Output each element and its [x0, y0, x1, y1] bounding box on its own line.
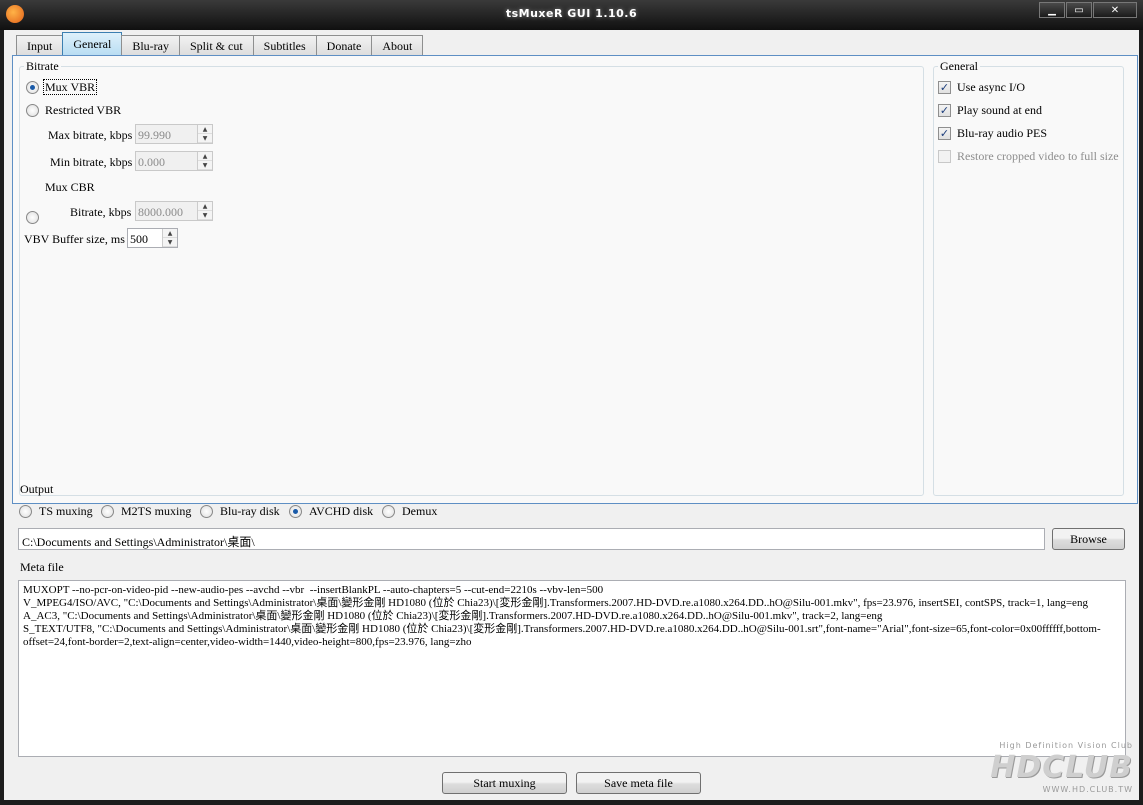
- general-tab-panel: Bitrate Mux VBR Restricted VBR Max bitra…: [12, 55, 1138, 504]
- max-bitrate-spinner[interactable]: 99.990 ▲ ▼: [135, 124, 213, 144]
- cbr-bitrate-value: 8000.000: [138, 205, 183, 219]
- browse-button[interactable]: Browse: [1052, 528, 1125, 550]
- meta-file-legend: Meta file: [20, 560, 64, 574]
- vbv-buffer-spinner[interactable]: 500 ▲ ▼: [127, 228, 178, 248]
- ts-muxing-radio[interactable]: [19, 505, 32, 518]
- avchd-disk-radio[interactable]: [289, 505, 302, 518]
- cbr-bitrate-spinner[interactable]: 8000.000 ▲ ▼: [135, 201, 213, 221]
- play-sound-checkbox[interactable]: ✓: [938, 104, 951, 117]
- window-title: tsMuxeR GUI 1.10.6: [505, 7, 638, 20]
- tab-blu-ray[interactable]: Blu-ray: [121, 35, 180, 56]
- output-path-value: C:\Documents and Settings\Administrator\…: [22, 535, 255, 549]
- minimize-button[interactable]: ▁: [1039, 2, 1065, 18]
- restricted-vbr-label[interactable]: Restricted VBR: [45, 103, 121, 118]
- meta-file-textarea[interactable]: MUXOPT --no-pcr-on-video-pid --new-audio…: [18, 580, 1126, 757]
- start-muxing-button[interactable]: Start muxing: [442, 772, 567, 794]
- demux-radio[interactable]: [382, 505, 395, 518]
- general-group: General: [933, 59, 1124, 496]
- general-legend: General: [940, 59, 978, 73]
- m2ts-muxing-label[interactable]: M2TS muxing: [121, 504, 191, 519]
- bitrate-legend: Bitrate: [26, 59, 59, 73]
- tab-about[interactable]: About: [371, 35, 424, 56]
- bluray-disk-radio[interactable]: [200, 505, 213, 518]
- cbr-bitrate-label: Bitrate, kbps: [70, 205, 132, 219]
- spin-down-icon[interactable]: ▼: [198, 134, 212, 143]
- mux-vbr-label[interactable]: Mux VBR: [42, 79, 98, 95]
- ts-muxing-label[interactable]: TS muxing: [39, 504, 93, 519]
- spin-up-icon[interactable]: ▲: [198, 202, 212, 211]
- async-io-checkbox[interactable]: ✓: [938, 81, 951, 94]
- spin-down-icon[interactable]: ▼: [198, 161, 212, 170]
- save-meta-file-button[interactable]: Save meta file: [576, 772, 701, 794]
- spin-up-icon[interactable]: ▲: [198, 125, 212, 134]
- app-window: tsMuxeR GUI 1.10.6 ▁ ▭ ✕ Input General B…: [0, 0, 1143, 805]
- spin-up-icon[interactable]: ▲: [163, 229, 177, 238]
- mux-vbr-radio[interactable]: [26, 81, 39, 94]
- watermark-tagline: High Definition Vision Club: [999, 741, 1133, 750]
- tab-donate[interactable]: Donate: [315, 35, 373, 56]
- m2ts-muxing-radio[interactable]: [101, 505, 114, 518]
- output-path-input[interactable]: C:\Documents and Settings\Administrator\…: [18, 528, 1045, 550]
- restore-cropped-label[interactable]: Restore cropped video to full size: [957, 149, 1119, 164]
- vbv-buffer-label: VBV Buffer size, ms: [24, 232, 125, 246]
- demux-label[interactable]: Demux: [402, 504, 437, 519]
- hdclub-watermark: High Definition Vision Club HDCLUB WWW.H…: [990, 741, 1133, 794]
- close-button[interactable]: ✕: [1093, 2, 1137, 18]
- restricted-vbr-radio[interactable]: [26, 104, 39, 117]
- vbv-buffer-value: 500: [130, 232, 148, 246]
- spin-down-icon[interactable]: ▼: [198, 211, 212, 220]
- min-bitrate-spinner[interactable]: 0.000 ▲ ▼: [135, 151, 213, 171]
- watermark-url: WWW.HD.CLUB.TW: [1042, 785, 1133, 794]
- min-bitrate-value: 0.000: [138, 155, 165, 169]
- title-bar[interactable]: tsMuxeR GUI 1.10.6 ▁ ▭ ✕: [0, 0, 1143, 30]
- max-bitrate-label: Max bitrate, kbps: [48, 128, 133, 142]
- maximize-button[interactable]: ▭: [1066, 2, 1092, 18]
- mux-cbr-label[interactable]: Mux CBR: [45, 180, 95, 195]
- play-sound-label[interactable]: Play sound at end: [957, 103, 1042, 118]
- bluray-disk-label[interactable]: Blu-ray disk: [220, 504, 280, 519]
- mux-cbr-radio[interactable]: [26, 211, 39, 224]
- watermark-logo: HDCLUB: [990, 750, 1133, 785]
- spin-down-icon[interactable]: ▼: [163, 238, 177, 247]
- tab-input[interactable]: Input: [16, 35, 64, 56]
- max-bitrate-value: 99.990: [138, 128, 171, 142]
- tab-general[interactable]: General: [62, 32, 123, 56]
- async-io-label[interactable]: Use async I/O: [957, 80, 1025, 95]
- min-bitrate-label: Min bitrate, kbps: [50, 155, 133, 169]
- tab-strip: Input General Blu-ray Split & cut Subtit…: [16, 32, 424, 56]
- spin-up-icon[interactable]: ▲: [198, 152, 212, 161]
- client-area: Input General Blu-ray Split & cut Subtit…: [4, 30, 1139, 800]
- avchd-disk-label[interactable]: AVCHD disk: [309, 504, 373, 519]
- tab-split-cut[interactable]: Split & cut: [178, 35, 254, 56]
- output-legend: Output: [20, 482, 54, 496]
- bluray-audio-pes-label[interactable]: Blu-ray audio PES: [957, 126, 1047, 141]
- tab-subtitles[interactable]: Subtitles: [252, 35, 317, 56]
- bluray-audio-pes-checkbox[interactable]: ✓: [938, 127, 951, 140]
- restore-cropped-checkbox[interactable]: [938, 150, 951, 163]
